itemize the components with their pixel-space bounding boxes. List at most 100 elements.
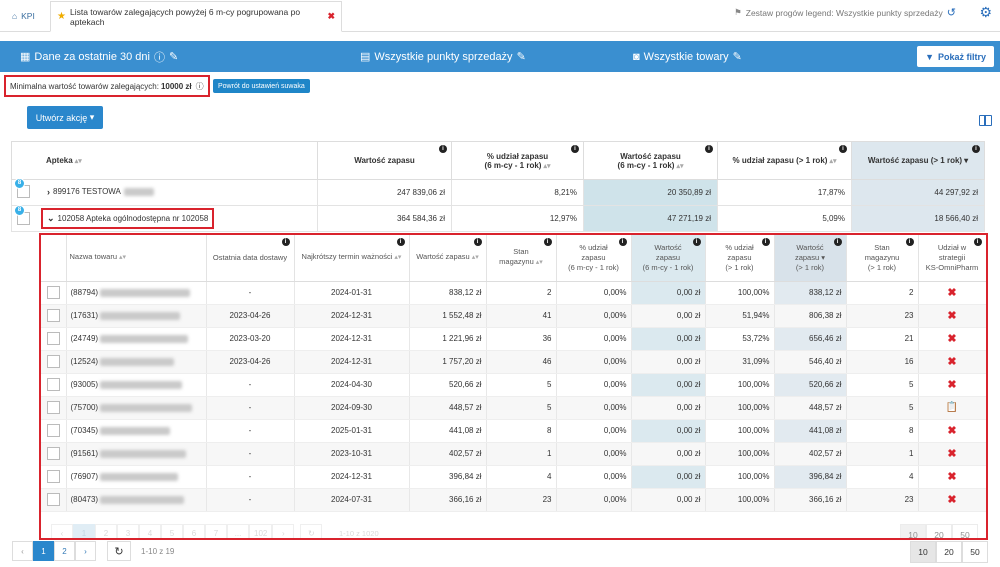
reset-slider-button[interactable]: Powrót do ustawień suwaka xyxy=(213,79,310,93)
size-10[interactable]: 10 xyxy=(910,541,936,563)
row-checkbox[interactable] xyxy=(46,355,60,368)
size-20[interactable]: 20 xyxy=(936,541,962,563)
row-checkbox[interactable] xyxy=(46,332,60,345)
table-row[interactable]: 8 › 899176 TESTOWA 247 839,06 zł 8,21% 20 … xyxy=(11,178,985,206)
show-filters-button[interactable]: ▼ Pokaż filtry xyxy=(917,46,994,67)
col-pct-1y[interactable]: % udział zapasu (> 1 rok) i xyxy=(705,235,775,282)
cell-last-delivery: - xyxy=(206,281,295,305)
document-icon[interactable]: 📋 xyxy=(946,402,958,413)
page-3[interactable]: 3 xyxy=(117,524,139,538)
edit-icon[interactable]: ✎ xyxy=(517,50,526,63)
points-filter[interactable]: ▤ Wszystkie punkty sprzedaży ✎ xyxy=(360,41,526,72)
col-pct-6m[interactable]: % udział zapasu (6 m-cy - 1 rok) ▴▾ i xyxy=(451,141,584,180)
close-icon[interactable]: ✖ xyxy=(947,448,956,460)
size-50[interactable]: 50 xyxy=(962,541,988,563)
table-row[interactable]: (91561) -2023-10-31 402,57 zł 1 0,00% 0,00 z… xyxy=(41,442,986,466)
col-product-name[interactable]: Nazwa towaru ▴▾ xyxy=(66,235,207,282)
close-icon[interactable]: ✖ xyxy=(947,356,956,368)
col-pharmacy[interactable]: Apteka ▴▾ xyxy=(11,141,318,180)
tab-kpi[interactable]: ⌂ KPI xyxy=(6,2,41,30)
cell-value-6m: 0,00 zł xyxy=(631,327,706,351)
info-icon: i xyxy=(439,145,447,153)
col-value-6m[interactable]: Wartość zapasu (6 m-cy - 1 rok) i xyxy=(631,235,706,282)
close-icon[interactable]: ✖ xyxy=(947,379,956,391)
page-prev[interactable]: ‹ xyxy=(12,541,33,561)
period-filter[interactable]: ▦ Dane za ostatnie 30 dni ⓘ ✎ xyxy=(20,41,178,72)
row-checkbox[interactable] xyxy=(46,470,60,483)
expanded-pharmacy[interactable]: ⌄ 102058 Apteka ogólnodostępna nr 102058 xyxy=(41,208,215,229)
col-value-1y[interactable]: Wartość zapasu (> 1 rok) ▾ i xyxy=(851,141,985,180)
close-icon[interactable]: ✖ xyxy=(947,333,956,345)
close-icon[interactable]: ✖ xyxy=(947,425,956,437)
close-tab-icon[interactable]: ✖ xyxy=(327,11,335,22)
col-value[interactable]: Wartość zapasu i xyxy=(317,141,452,180)
table-row[interactable]: (24749) 2023-03-20 2024-12-31 1 221,96 zł 3… xyxy=(41,327,986,351)
columns-icon[interactable] xyxy=(979,115,992,126)
undo-icon[interactable]: ↺ xyxy=(947,6,956,19)
col-stock-1y[interactable]: Stan magazynu (> 1 rok) i xyxy=(846,235,919,282)
page-next[interactable]: › xyxy=(272,524,295,538)
page-1[interactable]: 1 xyxy=(33,541,54,561)
table-row[interactable]: (17631) 2023-04-26 2024-12-31 1 552,48 zł 4… xyxy=(41,304,986,328)
legend-set[interactable]: ⚑ Zestaw progów legend: Wszystkie punkty … xyxy=(734,6,956,19)
page-102[interactable]: 102 xyxy=(249,524,273,538)
size-50[interactable]: 50 xyxy=(952,524,978,538)
create-action-button[interactable]: Utwórz akcję ▾ xyxy=(27,106,103,129)
product-name-redacted xyxy=(100,357,175,366)
close-icon[interactable]: ✖ xyxy=(947,494,956,506)
product-code: (17631) xyxy=(70,311,99,320)
row-checkbox[interactable] xyxy=(46,447,60,460)
refresh-icon[interactable]: ↻ xyxy=(300,524,323,538)
products-filter[interactable]: ◙ Wszystkie towary ✎ xyxy=(633,41,742,72)
table-row[interactable]: (70345) -2025-01-31 441,08 zł 8 0,00% 0,00 z… xyxy=(41,419,986,443)
page-5[interactable]: 5 xyxy=(161,524,183,538)
col-strategy[interactable]: Udział w strategii KS-OmniPharm i xyxy=(918,235,986,282)
col-value-1y[interactable]: Wartość zapasu ▾ (> 1 rok) i xyxy=(774,235,847,282)
col-pct-6m[interactable]: % udział zapasu (6 m-cy - 1 rok) i xyxy=(556,235,632,282)
size-10[interactable]: 10 xyxy=(900,524,926,538)
table-row[interactable]: 8 ⌄ 102058 Apteka ogólnodostępna nr 102058… xyxy=(11,205,985,232)
row-checkbox[interactable] xyxy=(46,401,60,414)
col-stock-value[interactable]: Wartość zapasu ▴▾ i xyxy=(409,235,487,282)
row-checkbox[interactable] xyxy=(46,424,60,437)
table-row[interactable]: (12524) 2023-04-26 2024-12-31 1 757,20 zł 4… xyxy=(41,350,986,374)
table-row[interactable]: (93005) -2024-04-30 520,66 zł 5 0,00% 0,00 z… xyxy=(41,373,986,397)
cell-strategy: ✖ xyxy=(918,304,986,328)
close-icon[interactable]: ✖ xyxy=(947,310,956,322)
row-checkbox[interactable] xyxy=(46,309,60,322)
table-row[interactable]: (88794) -2024-01-31 838,12 zł 2 0,00% 0,00 z… xyxy=(41,281,986,305)
edit-icon[interactable]: ✎ xyxy=(169,50,178,63)
page-7[interactable]: 7 xyxy=(205,524,227,538)
cell-value-6m: 0,00 zł xyxy=(631,419,706,443)
tab-active-list[interactable]: ★ Lista towarów zalegających powyżej 6 m-… xyxy=(50,1,342,32)
close-icon[interactable]: ✖ xyxy=(947,471,956,483)
col-last-delivery[interactable]: Ostatnia data dostawy i xyxy=(206,235,295,282)
row-checkbox[interactable]: 8 xyxy=(14,178,30,198)
cell-stock: 8 xyxy=(486,419,557,443)
page-2[interactable]: 2 xyxy=(54,541,75,561)
page-4[interactable]: 4 xyxy=(139,524,161,538)
col-pct-1y[interactable]: % udział zapasu (> 1 rok) ▴▾ i xyxy=(717,141,852,180)
page-prev[interactable]: ‹ xyxy=(51,524,73,538)
page-next[interactable]: › xyxy=(75,541,96,561)
edit-icon[interactable]: ✎ xyxy=(733,50,742,63)
col-value-6m[interactable]: Wartość zapasu (6 m-cy - 1 rok) ▴▾ i xyxy=(583,141,718,180)
close-icon[interactable]: ✖ xyxy=(947,287,956,299)
refresh-icon[interactable]: ↻ xyxy=(107,541,131,561)
row-checkbox[interactable] xyxy=(46,493,60,506)
row-checkbox[interactable]: 8 xyxy=(14,205,30,225)
table-row[interactable]: (80473) -2024-07-31 366,16 zł 23 0,00% 0,00 … xyxy=(41,488,986,512)
col-stock[interactable]: Stan magazynu ▴▾ i xyxy=(486,235,557,282)
table-row[interactable]: (76907) -2024-12-31 396,84 zł 4 0,00% 0,00 z… xyxy=(41,465,986,489)
row-checkbox[interactable] xyxy=(46,378,60,391)
col-expiry[interactable]: Najkrótszy termin ważności ▴▾ i xyxy=(294,235,410,282)
row-checkbox[interactable] xyxy=(46,286,60,299)
table-row[interactable]: (75700) -2024-09-30 448,57 zł 5 0,00% 0,00 z… xyxy=(41,396,986,420)
size-20[interactable]: 20 xyxy=(926,524,952,538)
chevron-right-icon[interactable]: › xyxy=(47,187,50,197)
cell-stock-1y: 5 xyxy=(846,373,919,397)
page-1[interactable]: 1 xyxy=(73,524,95,538)
page-2[interactable]: 2 xyxy=(95,524,117,538)
gear-icon[interactable]: ⚙ xyxy=(979,4,992,21)
page-6[interactable]: 6 xyxy=(183,524,205,538)
